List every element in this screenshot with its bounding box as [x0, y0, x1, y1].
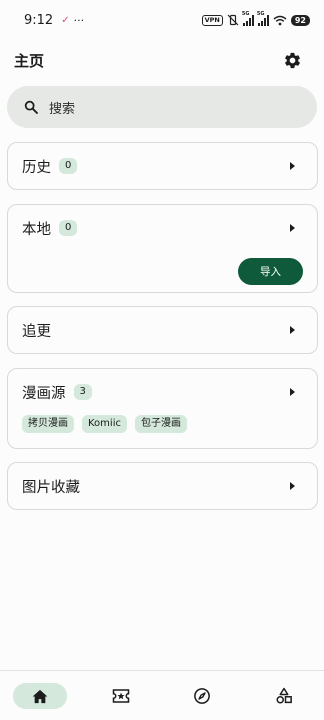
chevron-right-icon [290, 162, 295, 170]
chevron-right-icon [290, 388, 295, 396]
home-icon [32, 689, 48, 703]
search-placeholder: 搜索 [49, 101, 76, 117]
vpn-icon: VPN [201, 14, 223, 26]
local-count-badge: 0 [59, 220, 78, 236]
status-bar: 9:12 ✓ ··· VPN 5G 5G 92 [0, 0, 324, 40]
settings-button[interactable] [282, 50, 302, 70]
source-chip[interactable]: 拷贝漫画 [22, 415, 74, 433]
import-button[interactable]: 导入 [238, 258, 303, 285]
status-time: 9:12 [24, 12, 54, 28]
image-favorites-card[interactable]: 图片收藏 [7, 462, 318, 510]
source-chip[interactable]: 包子漫画 [134, 415, 187, 433]
nav-categories[interactable] [257, 683, 311, 709]
history-card[interactable]: 历史 0 [7, 142, 318, 190]
cell-signal-2-icon: 5G [257, 11, 269, 26]
vibrate-off-icon [227, 14, 239, 26]
wifi-icon [273, 15, 287, 25]
compass-icon [194, 688, 210, 704]
ticket-star-icon [112, 689, 130, 703]
source-chips: 拷贝漫画 Komiic 包子漫画 [8, 415, 317, 433]
chevron-right-icon [290, 482, 295, 490]
history-count-badge: 0 [59, 158, 78, 174]
sources-count-badge: 3 [73, 384, 92, 400]
more-notifications-icon: ··· [73, 13, 85, 27]
page-title: 主页 [14, 51, 45, 70]
local-card[interactable]: 本地 0 导入 [7, 204, 318, 293]
cell-signal-1-icon: 5G [242, 11, 254, 26]
chevron-right-icon [290, 224, 295, 232]
following-label: 追更 [22, 323, 51, 340]
source-chip[interactable]: Komiic [82, 415, 127, 433]
sources-label: 漫画源 [22, 385, 66, 402]
favorites-label: 图片收藏 [22, 479, 80, 496]
battery-indicator: 92 [290, 14, 310, 26]
history-label: 历史 [22, 159, 51, 176]
app-bar: 主页 [0, 40, 324, 80]
nav-explore[interactable] [175, 683, 229, 709]
gear-icon [284, 52, 300, 68]
bottom-navigation [0, 670, 324, 720]
following-card[interactable]: 追更 [7, 306, 318, 354]
nav-home[interactable] [13, 683, 67, 709]
local-label: 本地 [22, 221, 51, 238]
notification-icon: ✓ [61, 14, 70, 26]
chevron-right-icon [290, 326, 295, 334]
comic-sources-card[interactable]: 漫画源 3 拷贝漫画 Komiic 包子漫画 [7, 368, 318, 449]
nav-subscriptions[interactable] [94, 683, 148, 709]
search-icon [24, 100, 38, 114]
shapes-icon [276, 687, 292, 704]
search-bar[interactable]: 搜索 [7, 86, 317, 128]
